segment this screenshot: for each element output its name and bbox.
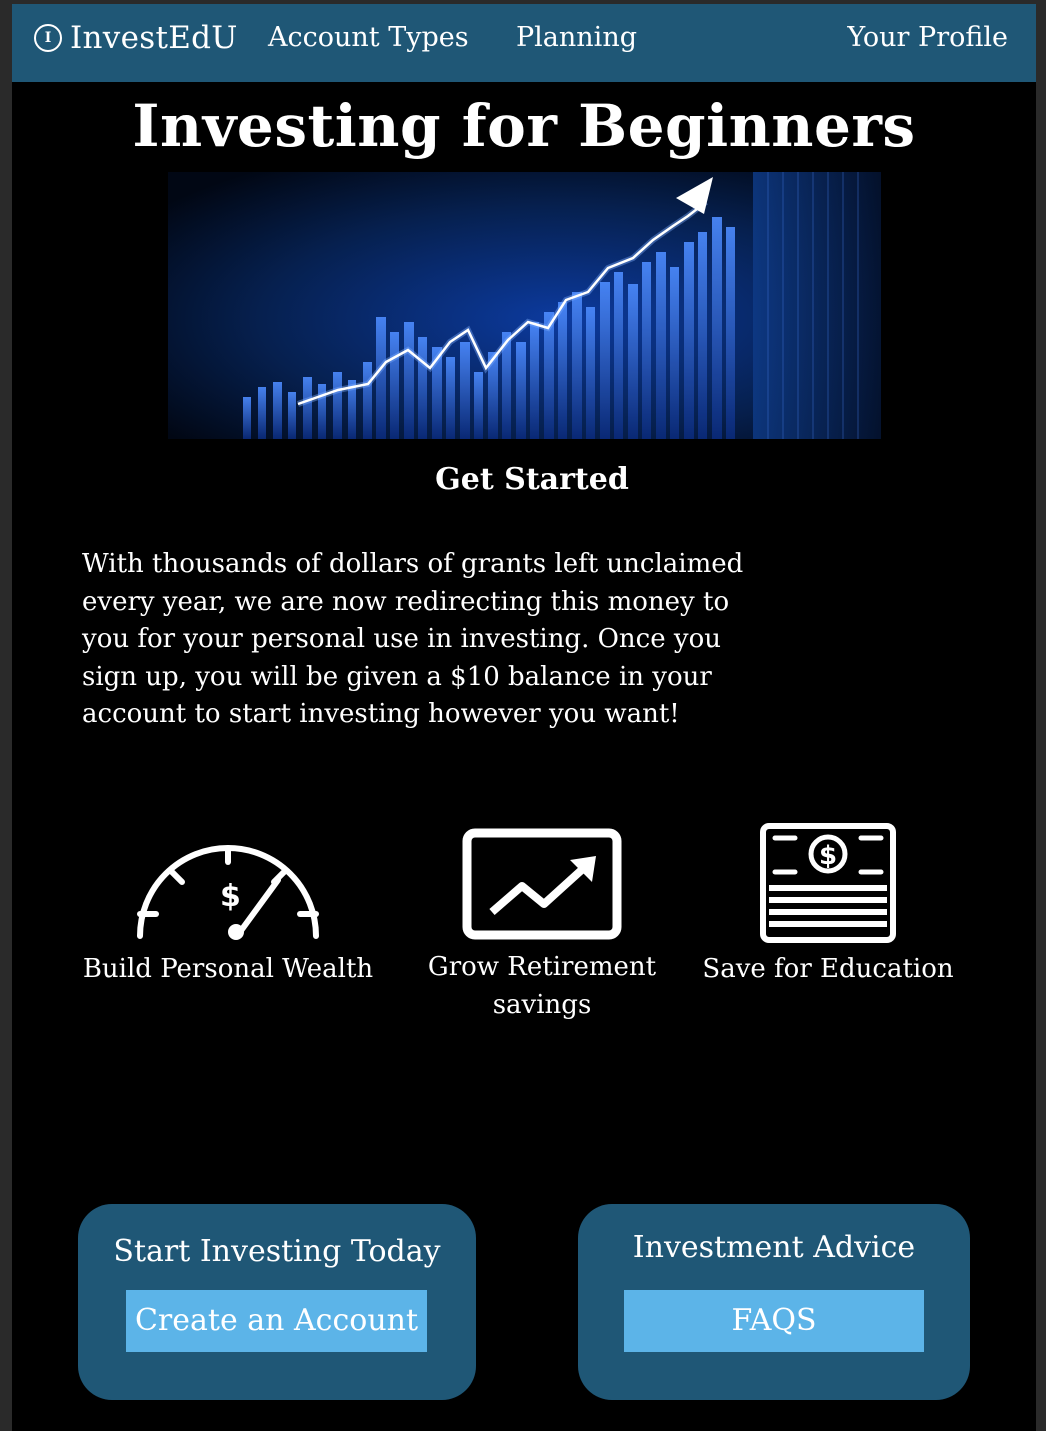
section-subtitle: Get Started bbox=[435, 462, 629, 497]
feature-label: Build Personal Wealth bbox=[82, 954, 374, 984]
page-title: Investing for Beginners bbox=[132, 92, 916, 160]
faqs-button[interactable]: FAQS bbox=[624, 1290, 924, 1352]
brand-link[interactable]: I InvestEdU bbox=[34, 18, 238, 58]
coin-icon: I bbox=[34, 24, 62, 52]
page: I InvestEdU Account Types Planning Your … bbox=[12, 4, 1036, 1431]
card-title: Investment Advice bbox=[632, 1230, 916, 1265]
card-title: Start Investing Today bbox=[113, 1234, 441, 1269]
feature-build-wealth: $ Build Personal Wealth bbox=[62, 844, 394, 988]
hero-image bbox=[168, 172, 881, 439]
trending-chart-icon bbox=[462, 828, 622, 940]
investment-advice-card: Investment Advice FAQS bbox=[578, 1204, 970, 1400]
top-nav: I InvestEdU Account Types Planning Your … bbox=[12, 4, 1036, 82]
cash-stack-icon: $ bbox=[759, 822, 897, 944]
nav-link-account-types[interactable]: Account Types bbox=[268, 22, 469, 53]
svg-text:$: $ bbox=[220, 879, 241, 914]
intro-paragraph: With thousands of dollars of grants left… bbox=[82, 549, 744, 729]
start-investing-card: Start Investing Today Create an Account bbox=[78, 1204, 476, 1400]
create-account-button[interactable]: Create an Account bbox=[126, 1290, 427, 1352]
feature-label: Save for Education bbox=[702, 954, 954, 984]
nav-link-your-profile[interactable]: Your Profile bbox=[847, 22, 1008, 53]
nav-link-planning[interactable]: Planning bbox=[516, 22, 637, 53]
feature-retirement: Grow Retirement savings bbox=[404, 828, 680, 1024]
feature-label: Grow Retirement savings bbox=[427, 952, 657, 1020]
svg-text:$: $ bbox=[819, 841, 837, 871]
brand-name: InvestEdU bbox=[70, 20, 238, 56]
feature-education: $ Save for Education bbox=[688, 822, 968, 988]
speedometer-dollar-icon: $ bbox=[132, 844, 324, 940]
